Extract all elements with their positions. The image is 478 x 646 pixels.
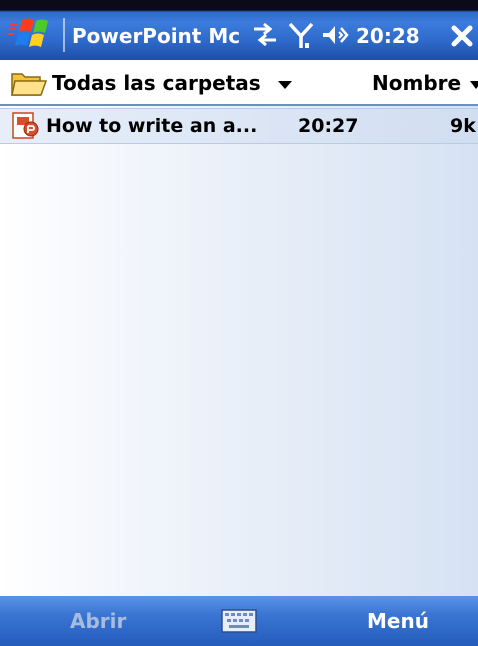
- chevron-down-icon[interactable]: [278, 81, 292, 89]
- sort-chevron-down-icon[interactable]: [470, 81, 478, 89]
- menu-softkey[interactable]: Menú: [367, 608, 429, 634]
- list-header: Todas las carpetas Nombre: [0, 60, 478, 106]
- softkey-bar: Abrir Menú: [0, 596, 478, 646]
- title-separator: [63, 18, 65, 52]
- file-time: 20:27: [298, 115, 359, 137]
- volume-icon[interactable]: [320, 19, 352, 51]
- windows-flag-icon[interactable]: [8, 16, 56, 52]
- clock[interactable]: 20:28: [356, 20, 428, 52]
- connectivity-icon[interactable]: [250, 19, 280, 51]
- pocketpc-screen: PowerPoint Mc 20:28 Todas las carpetas N…: [0, 0, 478, 646]
- powerpoint-file-icon: [12, 112, 39, 139]
- close-icon[interactable]: [446, 20, 478, 52]
- sort-dropdown[interactable]: Nombre: [372, 68, 461, 98]
- file-row[interactable]: How to write an a... 20:27 9k: [0, 108, 478, 144]
- folder-dropdown[interactable]: Todas las carpetas: [52, 68, 261, 98]
- file-list: How to write an a... 20:27 9k: [0, 106, 478, 596]
- signal-icon[interactable]: [287, 19, 315, 51]
- keyboard-icon[interactable]: [221, 609, 257, 633]
- app-title: PowerPoint Mc: [72, 24, 241, 48]
- title-bar: PowerPoint Mc 20:28: [0, 0, 478, 60]
- file-size: 9k: [450, 115, 476, 137]
- open-softkey[interactable]: Abrir: [70, 608, 126, 634]
- folder-icon[interactable]: [10, 70, 48, 98]
- file-name: How to write an a...: [46, 115, 258, 137]
